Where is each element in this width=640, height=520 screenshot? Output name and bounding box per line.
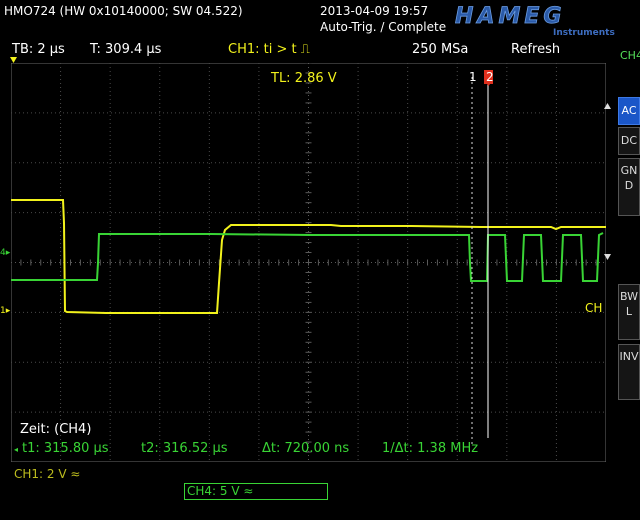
datetime: 2013-04-09 19:57 xyxy=(320,4,429,18)
sidebar-channel-label: CH4 xyxy=(620,49,640,62)
coupling-ac-button[interactable]: AC xyxy=(618,97,640,125)
invert-button[interactable]: INV xyxy=(618,344,640,400)
trigger-status: Auto-Trig. / Complete xyxy=(320,20,447,34)
cursor-1-label[interactable]: 1 xyxy=(469,70,477,84)
coupling-dc-button[interactable]: DC xyxy=(618,127,640,155)
zeit-label: Zeit: (CH4) xyxy=(20,422,92,437)
measure-dt: Δt: 720.00 ns xyxy=(262,441,350,456)
timebase-readout[interactable]: TB: 2 µs xyxy=(12,42,65,57)
ch4-settings[interactable]: CH4: 5 V ≈ xyxy=(187,484,253,498)
hameg-logo: HAMEG Instruments xyxy=(455,4,615,37)
measure-t2: t2: 316.52 µs xyxy=(141,441,228,456)
trigger-source-readout[interactable]: CH1: ti > t ⎍ xyxy=(228,42,310,57)
logo-sub: Instruments xyxy=(553,28,615,37)
cursor-2-label[interactable]: 2 xyxy=(486,70,494,84)
acquisition-mode[interactable]: Refresh xyxy=(511,42,560,57)
trigger-level-arrow xyxy=(604,254,611,260)
sample-rate-readout: 250 MSa xyxy=(412,42,469,57)
channel-indicator: CH xyxy=(585,301,603,315)
trigger-position-readout[interactable]: T: 309.4 µs xyxy=(90,42,161,57)
trigger-level-readout: TL: 2.86 V xyxy=(271,71,337,86)
logo-brand: HAMEG xyxy=(455,4,565,29)
ch4-ground-marker[interactable]: 4▸ xyxy=(0,248,10,258)
ch1-settings[interactable]: CH1: 2 V ≈ xyxy=(14,467,80,481)
measure-t1: t1: 315.80 µs xyxy=(22,441,109,456)
measure-inv-dt: 1/Δt: 1.38 MHz xyxy=(382,441,479,456)
measure-marker-icon: ◂ xyxy=(14,445,19,454)
waveform-display[interactable] xyxy=(11,63,606,462)
instrument-title: HMO724 (HW 0x10140000; SW 04.522) xyxy=(4,4,243,18)
scroll-up-arrow xyxy=(604,103,611,109)
ch1-ground-marker[interactable]: 1▸ xyxy=(0,306,10,316)
coupling-gnd-button[interactable]: GND xyxy=(618,158,640,216)
channel-softkey-bar: CH4 AC DC GND BWL INV xyxy=(614,40,640,520)
bwl-button[interactable]: BWL xyxy=(618,284,640,340)
